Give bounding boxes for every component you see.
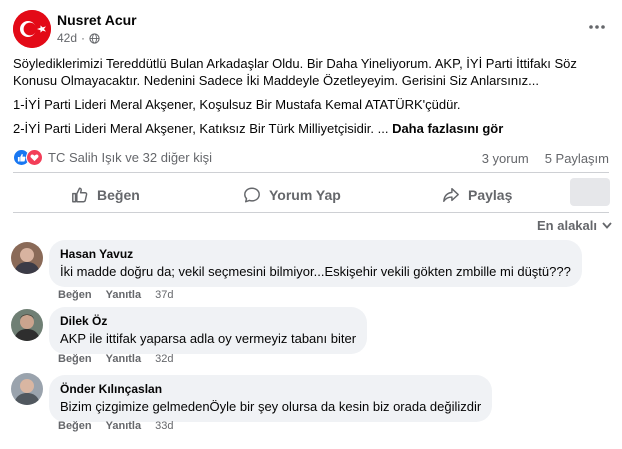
like-button[interactable]: Beğen: [71, 184, 140, 206]
post-body: Söylediklerimizi Tereddütlü Bulan Arkada…: [13, 55, 613, 144]
person-photo-icon: [11, 309, 43, 341]
post-paragraph: 2-İYİ Parti Lideri Meral Akşener, Katıks…: [13, 120, 613, 137]
comment-like-button[interactable]: Beğen: [58, 289, 92, 301]
person-photo-icon: [11, 373, 43, 405]
commenter-avatar[interactable]: [11, 242, 43, 274]
author-avatar[interactable]: [13, 10, 51, 48]
comment-bubble: Önder Kılınçaslan Bizim çizgimize gelmed…: [49, 375, 493, 422]
comment-age[interactable]: 37d: [155, 289, 173, 301]
comment-age[interactable]: 32d: [155, 353, 173, 365]
comment-text: Bizim çizgimize gelmedenÖyle bir şey olu…: [60, 399, 482, 414]
comment-reply-button[interactable]: Yanıtla: [106, 289, 141, 301]
blurred-avatar-placeholder[interactable]: [570, 178, 610, 206]
comment-actions: Beğen Yanıtla 32d: [58, 353, 173, 365]
shares-count-link[interactable]: 5 Paylaşım: [545, 151, 609, 166]
turkish-flag-icon: [13, 10, 51, 48]
comment-actions: Beğen Yanıtla 33d: [58, 420, 173, 432]
see-more-link[interactable]: Daha fazlasını gör: [392, 121, 503, 136]
like-label: Beğen: [97, 187, 140, 203]
chevron-down-icon: [602, 222, 612, 229]
comments-count-link[interactable]: 3 yorum: [482, 151, 529, 166]
author-name[interactable]: Nusret Acur: [57, 12, 137, 28]
commenter-name[interactable]: Hasan Yavuz: [60, 247, 571, 261]
comment-reply-button[interactable]: Yanıtla: [106, 420, 141, 432]
post-paragraph-text: 2-İYİ Parti Lideri Meral Akşener, Katıks…: [13, 121, 389, 136]
comment-bubble: Hasan Yavuz İki madde doğru da; vekil se…: [49, 240, 582, 287]
facebook-post: Nusret Acur 42d · Söylediklerimizi Tered…: [0, 0, 622, 449]
comment-bubble: Dilek Öz AKP ile ittifak yaparsa adla oy…: [49, 307, 368, 354]
comment-text: İki madde doğru da; vekil seçmesini bilm…: [60, 264, 571, 279]
divider: [13, 212, 609, 213]
reactions-summary[interactable]: TC Salih Işık ve 32 diğer kişi: [13, 149, 212, 166]
comment-actions: Beğen Yanıtla 37d: [58, 289, 173, 301]
comment-like-button[interactable]: Beğen: [58, 353, 92, 365]
share-label: Paylaş: [468, 187, 513, 203]
post-meta: 42d ·: [57, 31, 100, 45]
commenter-avatar[interactable]: [11, 373, 43, 405]
comment-bubble-icon: [244, 187, 260, 203]
commenter-name[interactable]: Önder Kılınçaslan: [60, 382, 481, 396]
post-age[interactable]: 42d: [57, 31, 77, 45]
post-paragraph: Söylediklerimizi Tereddütlü Bulan Arkada…: [13, 56, 577, 88]
reactors-text: TC Salih Işık ve 32 diğer kişi: [48, 150, 213, 165]
share-arrow-icon: [443, 187, 459, 203]
share-button[interactable]: Paylaş: [442, 184, 512, 206]
commenter-avatar[interactable]: [11, 309, 43, 341]
love-reaction-icon: [26, 149, 43, 166]
thumbs-up-icon: [72, 187, 88, 203]
comment-age[interactable]: 33d: [155, 420, 173, 432]
engagement-counts: 3 yorum 5 Paylaşım: [482, 151, 609, 166]
comment-label: Yorum Yap: [269, 187, 341, 203]
post-paragraph: 1-İYİ Parti Lideri Meral Akşener, Koşuls…: [13, 97, 461, 112]
comment-like-button[interactable]: Beğen: [58, 420, 92, 432]
person-photo-icon: [11, 242, 43, 274]
commenter-name[interactable]: Dilek Öz: [60, 314, 356, 328]
comment-reply-button[interactable]: Yanıtla: [106, 353, 141, 365]
comment-sort-dropdown[interactable]: En alakalı: [537, 218, 612, 233]
more-dots-icon: [589, 25, 605, 29]
comment-text: AKP ile ittifak yaparsa adla oy vermeyiz…: [60, 331, 357, 346]
globe-icon: [89, 32, 100, 44]
sort-label: En alakalı: [537, 218, 597, 233]
more-options-button[interactable]: [586, 16, 608, 38]
comment-button[interactable]: Yorum Yap: [243, 184, 341, 206]
divider: [13, 172, 609, 173]
